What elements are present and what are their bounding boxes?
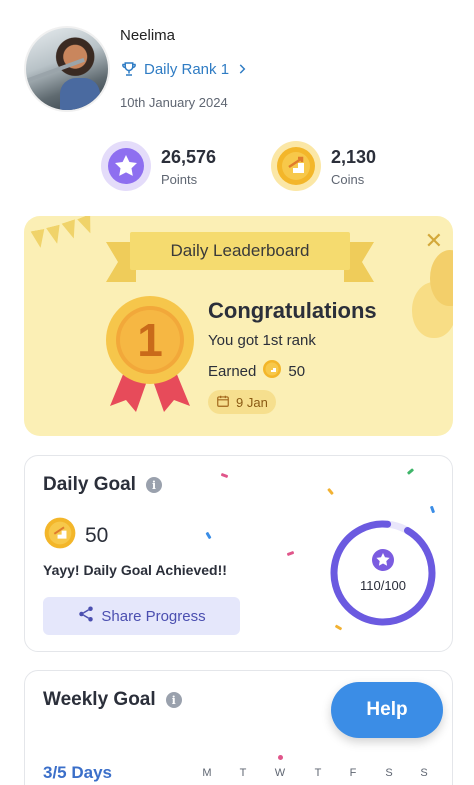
date-chip: 9 Jan — [208, 390, 276, 414]
weekday-label: S — [420, 767, 428, 779]
leaderboard-title: Daily Leaderboard — [130, 232, 350, 270]
star-icon — [101, 141, 151, 191]
weekly-goal-title: Weekly Goal i — [43, 689, 182, 711]
congratulations-heading: Congratulations — [208, 298, 377, 323]
coins-value: 2,130 — [331, 146, 377, 167]
info-icon[interactable]: i — [165, 692, 182, 708]
weekly-days-progress: 3/5 Days — [43, 763, 112, 782]
share-progress-label: Share Progress — [101, 607, 206, 625]
chevron-right-icon — [235, 62, 249, 76]
date-chip-label: 9 Jan — [236, 394, 268, 410]
profile-header: Neelima Daily Rank 1 10th January 2024 — [24, 24, 454, 114]
coin-icon — [262, 359, 282, 383]
profile-date: 10th January 2024 — [120, 95, 228, 110]
medal-number: 1 — [137, 314, 163, 366]
daily-rank-label: Daily Rank 1 — [144, 60, 230, 78]
leaderboard-banner[interactable]: Daily Leaderboard ✕ 1 Congratulations Yo… — [24, 216, 453, 436]
coins-label: Coins — [331, 171, 365, 187]
info-icon[interactable]: i — [145, 477, 162, 493]
rank-message: You got 1st rank — [208, 332, 316, 349]
earned-value: 50 — [288, 362, 306, 380]
coin-stairs-icon — [43, 516, 77, 556]
weekday-label: S — [385, 767, 393, 779]
daily-rank-link[interactable]: Daily Rank 1 — [120, 60, 249, 78]
coin-stairs-icon — [271, 141, 321, 191]
gold-medal-icon: 1 — [106, 296, 194, 412]
points-stat: 26,576 Points — [101, 140, 216, 192]
daily-goal-coins: 50 — [43, 516, 108, 556]
daily-goal-coin-value: 50 — [85, 524, 109, 547]
weekday-label: T — [314, 767, 322, 779]
profile-name: Neelima — [120, 27, 176, 44]
progress-text: 110/100 — [359, 578, 407, 593]
progress-ring — [330, 520, 436, 626]
coins-stat: 2,130 Coins — [271, 140, 376, 192]
trophy-icon — [120, 60, 138, 78]
daily-goal-card: Daily Goal i 50 Yayy! Daily Goal Achieve… — [24, 455, 453, 652]
weekly-goal-title-text: Weekly Goal — [43, 689, 156, 710]
daily-goal-title: Daily Goal i — [43, 474, 162, 496]
calendar-icon — [216, 394, 230, 411]
weekday-label: F — [349, 767, 357, 779]
daily-goal-title-text: Daily Goal — [43, 474, 136, 495]
points-label: Points — [161, 171, 198, 187]
weekday-label: W — [274, 767, 286, 779]
help-button[interactable]: Help — [331, 682, 443, 738]
weekday-label: M — [202, 767, 212, 779]
goal-achieved-message: Yayy! Daily Goal Achieved!! — [43, 562, 227, 578]
close-icon[interactable]: ✕ — [425, 230, 443, 252]
points-value: 26,576 — [161, 146, 217, 167]
share-icon — [77, 605, 95, 627]
share-progress-button[interactable]: Share Progress — [43, 597, 240, 635]
earned-label: Earned — [208, 362, 257, 380]
avatar[interactable] — [24, 26, 110, 112]
weekday-label: T — [239, 767, 247, 779]
earned-row: Earned 50 — [208, 359, 305, 383]
